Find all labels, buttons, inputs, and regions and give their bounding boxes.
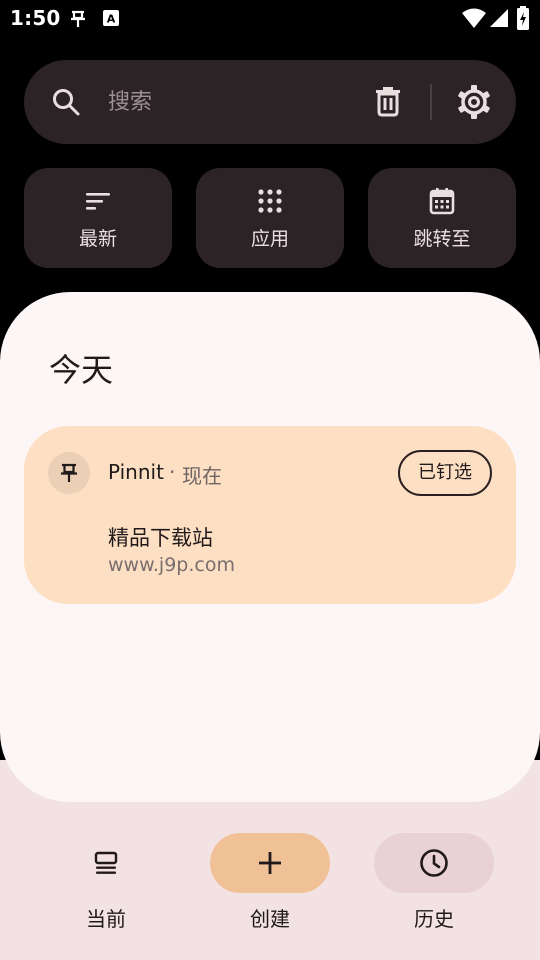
nav-create[interactable]: 创建 [210,833,330,933]
clock-icon [420,849,448,877]
text-notification-icon: A [103,10,119,26]
pinned-button[interactable]: 已钉选 [398,450,492,496]
search-icon[interactable] [50,86,82,118]
stack-icon [94,851,118,874]
nav-history-label: 历史 [414,907,454,931]
jump-to-button[interactable]: 跳转至 [368,168,516,268]
section-title-today: 今天 [49,351,114,389]
nav-history-pill[interactable] [374,833,494,893]
notification-app-name: Pinnit [108,460,164,484]
notification-card[interactable]: Pinnit · 现在 已钉选 精品下载站 www.j9p.com [24,426,516,604]
pin-app-icon [61,463,77,482]
nav-create-label: 创建 [250,907,290,931]
notification-time: 现在 [182,464,222,488]
nav-history[interactable]: 历史 [374,833,494,933]
sort-lines-icon [86,193,110,210]
plus-icon [259,852,281,874]
nav-current[interactable]: 当前 [46,833,166,933]
gear-icon[interactable] [456,84,492,120]
signal-icon [490,9,508,27]
search-input[interactable] [108,82,358,122]
svg-text:A: A [107,13,116,26]
notification-separator: · [169,460,176,484]
screen: 1:50 A 搜索 最新 应用 跳转至 今天 Pinnit · 现在 已钉选 精… [0,0,540,960]
pin-notification-icon [71,10,85,27]
status-bar: 1:50 A [0,0,540,36]
notification-text: www.j9p.com [108,554,235,576]
search-divider [430,84,432,120]
battery-icon [517,6,529,30]
apps-label: 应用 [250,228,289,250]
nav-create-pill[interactable] [210,833,330,893]
recent-label: 最新 [78,228,117,250]
apps-grid-icon [258,189,282,213]
nav-current-pill[interactable] [46,833,166,893]
notification-sheet: 今天 Pinnit · 现在 已钉选 精品下载站 www.j9p.com [0,292,540,802]
notification-title: 精品下载站 [108,526,213,550]
search-bar [24,60,516,144]
wifi-icon [462,8,486,28]
trash-icon[interactable] [371,84,405,118]
status-time: 1:50 [10,6,61,30]
nav-current-label: 当前 [86,907,126,931]
apps-button[interactable]: 应用 [196,168,344,268]
jump-to-label: 跳转至 [413,228,471,250]
app-avatar [48,452,90,494]
calendar-icon [429,188,455,215]
recent-button[interactable]: 最新 [24,168,172,268]
